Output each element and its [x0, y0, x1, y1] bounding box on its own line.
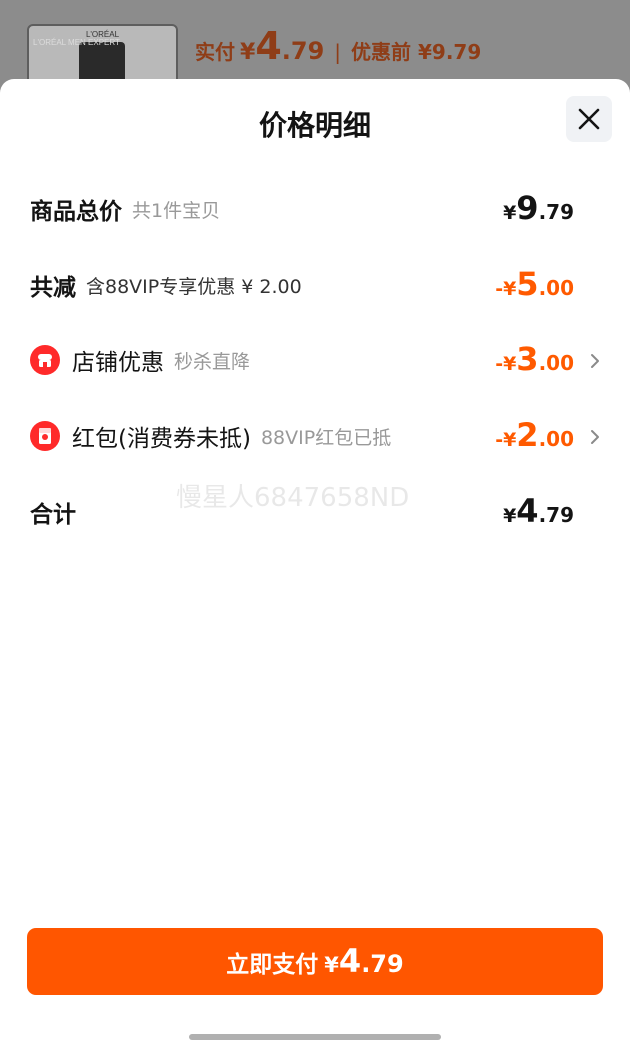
chevron-right-icon — [591, 354, 599, 368]
pay-currency: ¥ — [324, 953, 339, 977]
reduced-label: 共减 — [30, 275, 76, 301]
currency-symbol: -¥ — [495, 353, 517, 375]
flash-sale-note: 秒杀直降 — [174, 350, 251, 373]
vip-red-packet-note: 88VIP红包已抵 — [260, 426, 392, 449]
currency-symbol: ¥ — [503, 202, 517, 224]
sum-label: 合计 — [30, 502, 76, 528]
currency-symbol: -¥ — [495, 278, 517, 300]
amount-dec: .00 — [538, 351, 574, 375]
product-tube-text: L'ORÉAL MEN EXPERT — [33, 38, 120, 47]
row-goods-total: 商品总价 共1件宝贝 ¥9.79 — [30, 189, 600, 229]
row-red-packet[interactable]: 红包(消费券未抵) 88VIP红包已抵 -¥2.00 — [30, 416, 600, 456]
store-discount-label: 店铺优惠 — [72, 350, 164, 376]
amount-int: 2 — [516, 416, 539, 454]
price-detail-sheet: 价格明细 商品总价 共1件宝贝 ¥9.79 共减 含88VIP专享优惠 ¥ 2.… — [0, 79, 630, 1053]
sheet-title: 价格明细 — [258, 109, 371, 142]
amount-dec: .00 — [538, 276, 574, 300]
paid-int: 4 — [255, 24, 282, 68]
row-total-reduced: 共减 含88VIP专享优惠 ¥ 2.00 -¥5.00 — [30, 265, 600, 305]
background-price: 实付 ¥ 4 .79 | 优惠前 ¥9.79 — [195, 24, 481, 74]
amount-dec: .79 — [538, 200, 574, 224]
goods-total-amount: ¥9.79 — [503, 189, 574, 227]
amount-int: 4 — [516, 492, 539, 530]
pay-amount-int: 4 — [338, 942, 362, 980]
row-store-discount[interactable]: 店铺优惠 秒杀直降 -¥3.00 — [30, 340, 600, 380]
amount-int: 9 — [516, 189, 539, 227]
vip-discount-note: 含88VIP专享优惠 ¥ 2.00 — [86, 275, 302, 298]
currency-symbol: -¥ — [495, 429, 517, 451]
row-sum: 合计 ¥4.79 — [30, 492, 600, 532]
amount-int: 3 — [516, 340, 539, 378]
close-icon — [578, 108, 600, 130]
home-indicator[interactable] — [189, 1034, 441, 1040]
price-separator: | — [334, 40, 342, 64]
chevron-right-icon — [591, 430, 599, 444]
red-packet-icon — [30, 421, 60, 451]
amount-dec: .79 — [538, 503, 574, 527]
store-discount-amount: -¥3.00 — [495, 340, 574, 378]
sum-amount: ¥4.79 — [503, 492, 574, 530]
paid-dec: .79 — [281, 37, 325, 65]
pay-now-button[interactable]: 立即支付 ¥ 4 .79 — [27, 928, 603, 995]
goods-total-label: 商品总价 — [30, 199, 122, 225]
paid-currency: ¥ — [240, 40, 256, 65]
paid-label: 实付 — [195, 40, 235, 64]
pay-amount-dec: .79 — [361, 950, 404, 978]
store-icon — [30, 345, 60, 375]
amount-dec: .00 — [538, 427, 574, 451]
red-packet-label: 红包(消费券未抵) — [72, 426, 251, 452]
amount-int: 5 — [516, 265, 539, 303]
pay-now-label: 立即支付 — [226, 952, 319, 978]
currency-symbol: ¥ — [503, 505, 517, 527]
close-button[interactable] — [566, 96, 612, 142]
original-price: 优惠前 ¥9.79 — [351, 40, 482, 64]
reduced-amount: -¥5.00 — [495, 265, 574, 303]
red-packet-amount: -¥2.00 — [495, 416, 574, 454]
goods-count: 共1件宝贝 — [132, 199, 221, 222]
